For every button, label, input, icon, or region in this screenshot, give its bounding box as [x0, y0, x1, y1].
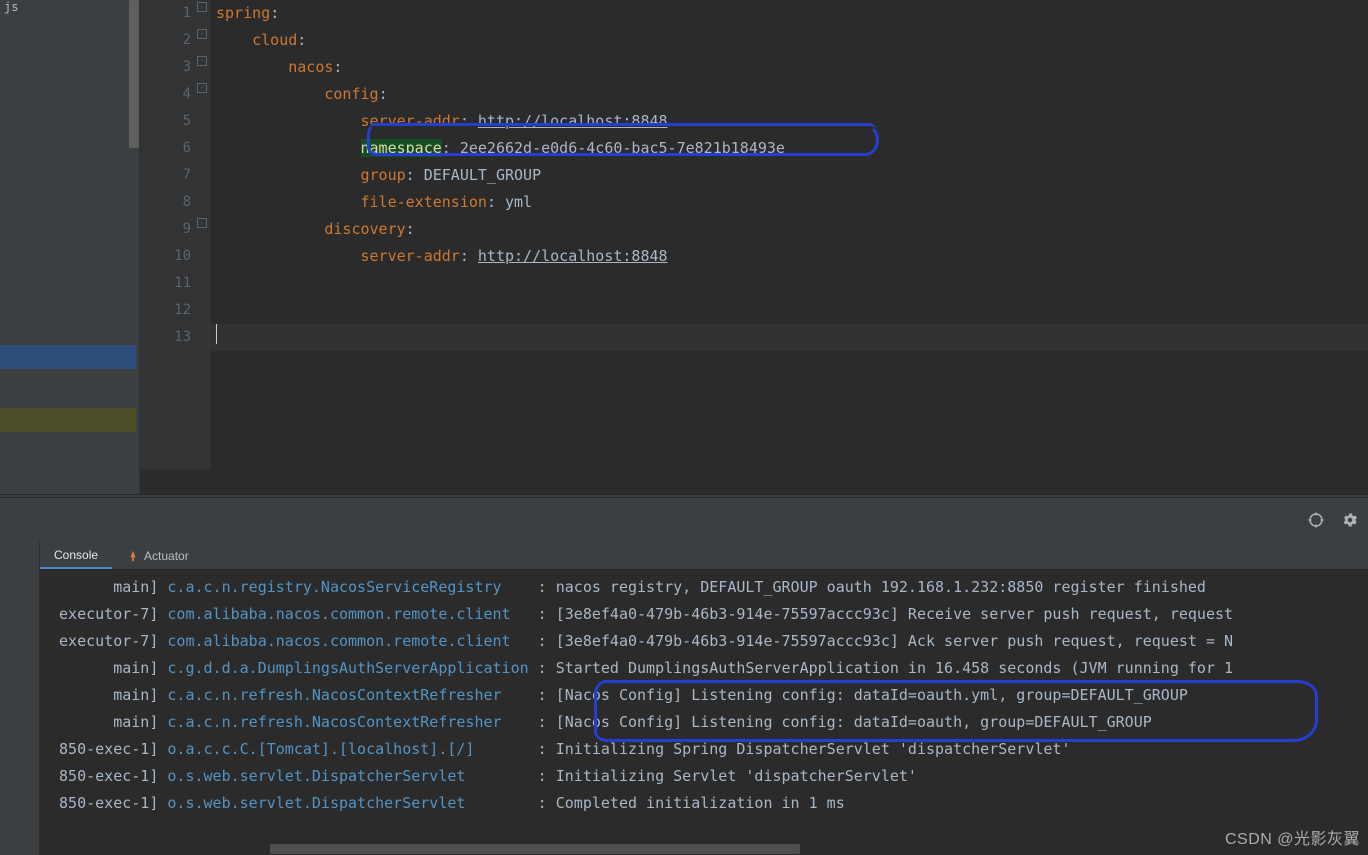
log-line[interactable]: 850-exec-1] o.a.c.c.C.[Tomcat].[localhos… — [50, 736, 1358, 763]
sidebar-item-label[interactable]: js — [0, 0, 139, 24]
line-number[interactable]: 6 — [140, 135, 191, 162]
log-line[interactable]: main] c.a.c.n.registry.NacosServiceRegis… — [50, 574, 1358, 601]
line-number[interactable]: 2 — [140, 27, 191, 54]
line-number[interactable]: 10 — [140, 243, 191, 270]
tab-actuator-label: Actuator — [144, 549, 189, 563]
watermark: CSDN @光影灰翼 — [1225, 825, 1360, 849]
console-horizontal-scrollbar[interactable] — [270, 844, 800, 854]
code-line[interactable]: config: — [216, 81, 1368, 108]
namespace-value: 2ee2662d-e0d6-4c60-bac5-7e821b18493e — [460, 139, 785, 157]
line-number[interactable]: 12 — [140, 297, 191, 324]
log-line[interactable]: main] c.a.c.n.refresh.NacosContextRefres… — [50, 709, 1358, 736]
log-line[interactable]: executor-7] com.alibaba.nacos.common.rem… — [50, 628, 1358, 655]
line-number[interactable]: 7 — [140, 162, 191, 189]
line-number[interactable]: 5 — [140, 108, 191, 135]
code-line[interactable]: namespace: 2ee2662d-e0d6-4c60-bac5-7e821… — [216, 135, 1368, 162]
fold-toggle-icon[interactable]: - — [197, 2, 207, 12]
tab-console[interactable]: Console — [40, 542, 112, 569]
code-line[interactable]: discovery: — [216, 216, 1368, 243]
code-line[interactable]: server-addr: http://localhost:8848 — [216, 108, 1368, 135]
sidebar-highlight[interactable] — [0, 408, 136, 432]
caret — [216, 324, 217, 344]
line-number[interactable]: 9 — [140, 216, 191, 243]
sidebar-scrollbar[interactable] — [129, 0, 139, 148]
tab-actuator[interactable]: Actuator — [112, 542, 203, 569]
sidebar-selection[interactable] — [0, 345, 136, 369]
line-number[interactable]: 3 — [140, 54, 191, 81]
code-line[interactable]: nacos: — [216, 54, 1368, 81]
line-number[interactable]: 11 — [140, 270, 191, 297]
gear-icon[interactable] — [1340, 510, 1360, 530]
line-number-gutter[interactable]: 1 2 3 4 5 6 7 8 9 10 11 12 13 - - - - - — [140, 0, 210, 470]
tool-window-left-toolbar[interactable] — [0, 542, 40, 855]
fold-toggle-icon[interactable]: - — [197, 29, 207, 39]
log-line[interactable]: main] c.a.c.n.refresh.NacosContextRefres… — [50, 682, 1358, 709]
project-sidebar[interactable]: js — [0, 0, 140, 494]
code-area[interactable]: spring: cloud: nacos: config: server-add… — [210, 0, 1368, 470]
tool-window-header — [0, 498, 1368, 542]
code-line[interactable]: file-extension: yml — [216, 189, 1368, 216]
line-number[interactable]: 4 — [140, 81, 191, 108]
log-line[interactable]: 850-exec-1] o.s.web.servlet.DispatcherSe… — [50, 790, 1358, 817]
console-output[interactable]: main] c.a.c.n.registry.NacosServiceRegis… — [40, 570, 1368, 855]
line-number[interactable]: 1 — [140, 0, 191, 27]
code-line[interactable]: cloud: — [216, 27, 1368, 54]
log-line[interactable]: 850-exec-1] o.s.web.servlet.DispatcherSe… — [50, 763, 1358, 790]
fold-toggle-icon[interactable]: - — [197, 83, 207, 93]
code-editor[interactable]: 1 2 3 4 5 6 7 8 9 10 11 12 13 - - - - - … — [140, 0, 1368, 470]
log-line[interactable]: executor-7] com.alibaba.nacos.common.rem… — [50, 601, 1358, 628]
server-addr-url[interactable]: http://localhost:8848 — [478, 247, 668, 265]
fold-toggle-icon[interactable]: - — [197, 56, 207, 66]
code-line[interactable]: server-addr: http://localhost:8848 — [216, 243, 1368, 270]
line-number[interactable]: 8 — [140, 189, 191, 216]
line-number[interactable]: 13 — [140, 324, 191, 351]
code-line[interactable] — [216, 324, 1368, 351]
code-line[interactable] — [216, 297, 1368, 324]
fold-toggle-icon[interactable]: - — [197, 218, 207, 228]
actuator-icon — [126, 549, 140, 563]
code-line[interactable]: group: DEFAULT_GROUP — [216, 162, 1368, 189]
server-addr-url[interactable]: http://localhost:8848 — [478, 112, 668, 130]
log-line[interactable]: main] c.g.d.d.a.DumplingsAuthServerAppli… — [50, 655, 1358, 682]
crosshair-icon[interactable] — [1306, 510, 1326, 530]
code-line[interactable]: spring: — [216, 0, 1368, 27]
code-line[interactable] — [216, 270, 1368, 297]
run-toolwindow-tabs: Console Actuator — [40, 542, 1368, 570]
